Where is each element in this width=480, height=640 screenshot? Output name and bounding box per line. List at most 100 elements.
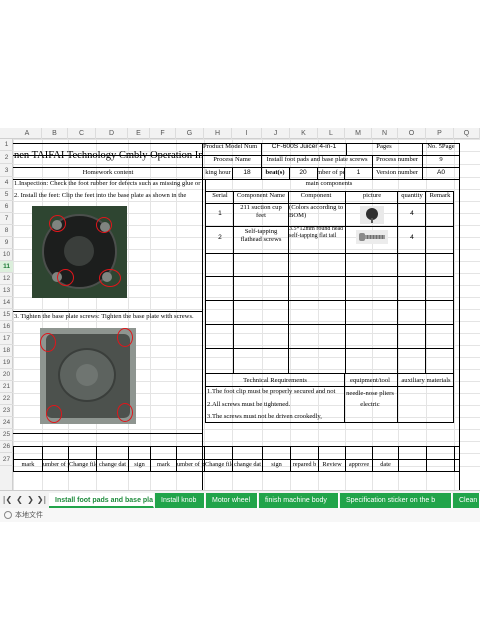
gridline-h (13, 177, 480, 178)
components-header-quantity: quantity (401, 192, 423, 199)
gridline-h (13, 139, 480, 140)
column-header-m[interactable]: M (345, 128, 372, 139)
column-header-k[interactable]: K (290, 128, 318, 139)
highlight-circle (99, 269, 121, 287)
gridline-h (13, 309, 480, 310)
footer-cell: mark (157, 461, 170, 468)
row-1-quantity: 4 (410, 210, 414, 217)
row-header-13[interactable]: 13 (0, 285, 13, 297)
prev-sheet-icon[interactable]: ❮ (14, 491, 25, 509)
table-border (13, 446, 460, 447)
column-header-q[interactable]: Q (454, 128, 480, 139)
sheet-tab[interactable]: Specification sticker on the b (340, 493, 452, 508)
row-header-4[interactable]: 4 (0, 177, 13, 189)
column-header-d[interactable]: D (96, 128, 128, 139)
highlight-circle (57, 269, 74, 286)
sheet-tab[interactable]: finish machine body (259, 493, 339, 508)
row-1-component: (Colors according to BOM) (289, 204, 344, 219)
table-border (426, 447, 427, 472)
row-header-1[interactable]: 1 (0, 139, 13, 151)
row-header-17[interactable]: 17 (0, 333, 13, 345)
row-header-20[interactable]: 20 (0, 369, 13, 381)
column-header-l[interactable]: L (318, 128, 345, 139)
column-header-p[interactable]: P (426, 128, 454, 139)
sheet-tab[interactable]: Install knob (155, 493, 205, 508)
sheet-tab[interactable]: Install foot pads and base pla (49, 493, 154, 508)
gridline-h (13, 201, 480, 202)
column-header-c[interactable]: C (68, 128, 96, 139)
next-sheet-icon[interactable]: ❯ (25, 491, 36, 509)
row-header-8[interactable]: 8 (0, 225, 13, 237)
spreadsheet-grid[interactable]: ABCDEFGHIJKLMNOPQ 1 2 3 4 5 6 7 8 9 10 11 12 13 14 15 1… (0, 128, 480, 490)
row-header-18[interactable]: 18 (0, 345, 13, 357)
row-header-10[interactable]: 10 (0, 249, 13, 261)
row-header-26[interactable]: 26 (0, 441, 13, 453)
row-header-16[interactable]: 16 (0, 321, 13, 333)
step-3-text: 3. Tighten the base plate screws: Tighte… (14, 313, 194, 320)
table-border (205, 348, 454, 349)
last-sheet-icon[interactable]: ❯| (36, 491, 47, 509)
row-header-14[interactable]: 14 (0, 297, 13, 309)
tech-req-1: 1.The foot clip must be properly secured… (207, 388, 336, 395)
footer-cell: sign (271, 461, 282, 468)
table-border (425, 191, 426, 373)
beat-label: beat(s) (265, 169, 285, 176)
gridline-h (13, 441, 480, 442)
row-header-7[interactable]: 7 (0, 213, 13, 225)
process-name-label: Process Name (213, 156, 251, 163)
row-2-serial: 2 (218, 234, 222, 241)
version-label: Version number (376, 169, 418, 176)
column-header-n[interactable]: N (372, 128, 398, 139)
column-header-h[interactable]: H (204, 128, 232, 139)
tech-req-2: 2.All screws must be tightened. (207, 401, 291, 408)
row-header-23[interactable]: 23 (0, 405, 13, 417)
column-header-o[interactable]: O (398, 128, 426, 139)
column-header-a[interactable]: A (13, 128, 42, 139)
row-header-21[interactable]: 21 (0, 381, 13, 393)
first-sheet-icon[interactable]: |❮ (2, 491, 13, 509)
row-header-11[interactable]: 11 (0, 261, 13, 273)
highlight-circle (40, 333, 56, 352)
row-header-19[interactable]: 19 (0, 357, 13, 369)
screw-picture (356, 230, 388, 244)
product-model-label: Product Model Num (203, 143, 258, 150)
row-header-12[interactable]: 12 (0, 273, 13, 285)
footer-cell: Change file number (69, 461, 96, 468)
row-header-27[interactable]: 27 (0, 453, 13, 466)
column-header-g[interactable]: G (176, 128, 204, 139)
components-title: main components (305, 180, 353, 187)
footer-cell: change dat (233, 461, 262, 468)
table-border (205, 422, 454, 423)
row-header-6[interactable]: 6 (0, 201, 13, 213)
row-2-component: 3.5*12mm round head self-tapping flat ta… (289, 226, 344, 240)
row-header-9[interactable]: 9 (0, 237, 13, 249)
beat-value: 20 (299, 169, 307, 176)
sheet-tab[interactable]: Motor wheel (206, 493, 258, 508)
sheet-tab[interactable]: Clean th (453, 493, 480, 508)
column-header-e[interactable]: E (128, 128, 150, 139)
table-border (345, 191, 346, 373)
foot-stem (371, 218, 373, 223)
column-header-j[interactable]: J (262, 128, 290, 139)
column-header-f[interactable]: F (150, 128, 176, 139)
table-border (398, 447, 399, 472)
tech-req-3: 3.The screws must not be driven crookedl… (207, 413, 322, 420)
motor-hub (64, 236, 94, 266)
column-header-b[interactable]: B (42, 128, 68, 139)
table-border (205, 300, 454, 301)
row-header-3[interactable]: 3 (0, 164, 13, 177)
column-header-i[interactable]: I (232, 128, 262, 139)
row-header-25[interactable]: 25 (0, 429, 13, 441)
row-header-24[interactable]: 24 (0, 417, 13, 429)
highlight-circle (46, 405, 62, 423)
table-border (205, 276, 454, 277)
number-value: 1 (356, 169, 361, 176)
row-header-5[interactable]: 5 (0, 189, 13, 201)
row-header-2[interactable]: 2 (0, 151, 13, 164)
footer-cell: umber of pl (43, 461, 68, 468)
row-header-15[interactable]: 15 (0, 309, 13, 321)
footer-cell: umber of pl (177, 461, 204, 468)
gridline-h (13, 189, 480, 190)
components-header-name: Component Name (236, 192, 286, 199)
row-header-22[interactable]: 22 (0, 393, 13, 405)
